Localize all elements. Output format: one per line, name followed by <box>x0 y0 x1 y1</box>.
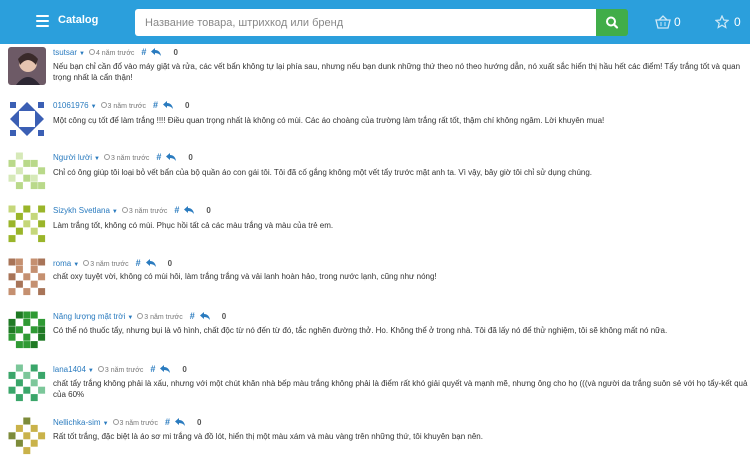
hash-icon[interactable]: # <box>174 205 179 215</box>
reply-icon[interactable] <box>184 206 195 217</box>
comment-time: 3 năm trước <box>110 155 150 162</box>
cart-count: 0 <box>674 15 681 29</box>
comment-text: Có thể nó thuốc tẩy, nhưng bụi là vô hìn… <box>53 326 668 335</box>
comment-meta: roma ▼ 3 năm trước #0 <box>53 258 172 269</box>
reply-icon[interactable] <box>160 365 171 376</box>
hash-icon[interactable]: # <box>190 311 195 321</box>
comment-author[interactable]: 01061976 <box>53 101 89 110</box>
clock-icon <box>83 260 90 266</box>
comment-time: 3 năm trước <box>119 420 158 427</box>
comment-author[interactable]: tsutsar <box>53 48 77 57</box>
comment-score: 0 <box>185 101 190 110</box>
chevron-down-icon[interactable]: ▼ <box>79 51 85 57</box>
comment-score: 0 <box>206 206 211 215</box>
search-bar <box>135 9 628 36</box>
comment-item: lana1404 ▼ 3 năm trước #0 chất tẩy trắng khô… <box>0 364 750 414</box>
comment-time: 3 năm trước <box>128 208 168 215</box>
comment-meta: Năng lượng mặt trời ▼ 3 năm trước #0 <box>53 311 226 322</box>
comment-author[interactable]: lana1404 <box>53 365 86 374</box>
comment-text: Nếu bạn chỉ cần đổ vào máy giặt và rửa, … <box>53 62 741 82</box>
avatar[interactable] <box>8 258 46 296</box>
chevron-down-icon[interactable]: ▼ <box>91 104 97 110</box>
clock-icon <box>100 102 107 108</box>
hamburger-icon[interactable] <box>36 15 49 27</box>
avatar[interactable] <box>8 364 46 402</box>
comment-text: Chỉ có ông giúp tôi loại bỏ vết bẩn của … <box>53 168 593 177</box>
comment-item: Nellichka-sim ▼ 3 năm trước #0 Rất tốt trắng… <box>0 417 750 458</box>
comment-score: 0 <box>167 259 173 268</box>
comment-text: Rất tốt trắng, đặc biệt là áo sơ mi trắn… <box>53 432 483 441</box>
comment-author[interactable]: Nellichka-sim <box>53 418 101 427</box>
comment-score: 0 <box>221 312 227 321</box>
comment-time: 3 năm trước <box>107 103 146 110</box>
brand-link[interactable]: Catalog <box>58 14 98 26</box>
comment-item: Người lười ▼ 3 năm trước #0 Chỉ có ông giúp … <box>0 152 750 202</box>
comment-score: 0 <box>188 153 193 162</box>
clock-icon <box>121 207 128 213</box>
reply-icon[interactable] <box>163 101 174 112</box>
avatar[interactable] <box>8 152 46 190</box>
clock-icon <box>88 49 95 55</box>
chevron-down-icon[interactable]: ▼ <box>127 315 133 321</box>
comment-author[interactable]: Sizykh Svetlana <box>53 206 110 215</box>
reply-icon[interactable] <box>199 312 210 323</box>
top-bar: Catalog 0 0 <box>0 0 750 44</box>
hash-icon[interactable]: # <box>150 364 155 374</box>
chevron-down-icon[interactable]: ▼ <box>112 209 118 215</box>
comment-meta: Nellichka-sim ▼ 3 năm trước #0 <box>53 417 201 428</box>
chevron-down-icon[interactable]: ▼ <box>88 368 94 374</box>
comment-score: 0 <box>182 365 187 374</box>
reply-icon[interactable] <box>151 48 162 59</box>
reply-icon[interactable] <box>174 418 185 429</box>
reply-icon[interactable] <box>145 259 156 270</box>
comment-item: roma ▼ 3 năm trước #0 chất oxy tuyệt vời, kh… <box>0 258 750 308</box>
comment-item: tsutsar ▼ 4 năm trước #0 Nếu bạn chỉ cần đổ … <box>0 47 750 97</box>
hash-icon[interactable]: # <box>156 152 161 162</box>
clock-icon <box>97 366 104 372</box>
comment-score: 0 <box>173 48 178 57</box>
comment-meta: Sizykh Svetlana ▼ 3 năm trước #0 <box>53 205 211 216</box>
comment-text: Làm trắng tốt, không có mùi. Phục hồi tấ… <box>53 221 334 230</box>
comment-text: Một công cụ tốt để làm trắng !!!! Điều q… <box>53 116 605 125</box>
chevron-down-icon[interactable]: ▼ <box>73 262 79 268</box>
search-icon <box>606 16 619 29</box>
comment-time: 4 năm trước <box>95 50 135 57</box>
comment-time: 3 năm trước <box>104 367 144 374</box>
avatar[interactable] <box>8 47 46 85</box>
comment-text: chất tẩy trắng không phải là xấu, nhưng … <box>53 379 748 399</box>
hash-icon[interactable]: # <box>141 47 146 57</box>
clock-icon <box>137 313 144 319</box>
hash-icon[interactable]: # <box>165 417 170 427</box>
reply-icon[interactable] <box>166 153 177 164</box>
search-input[interactable] <box>135 9 596 36</box>
comment-time: 3 năm trước <box>90 261 129 268</box>
search-button[interactable] <box>596 9 628 36</box>
comment-author[interactable]: roma <box>53 259 71 268</box>
clock-icon <box>112 419 119 425</box>
avatar[interactable] <box>8 100 46 138</box>
comment-author[interactable]: Người lười <box>53 153 92 162</box>
comment-meta: tsutsar ▼ 4 năm trước #0 <box>53 47 178 58</box>
hash-icon[interactable]: # <box>136 258 141 268</box>
comment-meta: lana1404 ▼ 3 năm trước #0 <box>53 364 187 375</box>
avatar[interactable] <box>8 311 46 349</box>
star-icon <box>715 15 729 29</box>
avatar[interactable] <box>8 417 46 455</box>
avatar[interactable] <box>8 205 46 243</box>
comment-score: 0 <box>196 418 202 427</box>
clock-icon <box>103 154 110 160</box>
comment-author[interactable]: Năng lượng mặt trời <box>53 312 125 321</box>
comment-meta: Người lười ▼ 3 năm trước #0 <box>53 152 193 163</box>
basket-icon <box>655 15 671 29</box>
favorites-count: 0 <box>734 15 741 29</box>
comment-item: Năng lượng mặt trời ▼ 3 năm trước #0 Có thể … <box>0 311 750 361</box>
chevron-down-icon[interactable]: ▼ <box>94 156 100 162</box>
chevron-down-icon[interactable]: ▼ <box>103 421 109 427</box>
comment-text: chất oxy tuyệt vời, không có mùi hôi, là… <box>53 272 437 281</box>
comment-time: 3 năm trước <box>144 314 183 321</box>
comment-item: Sizykh Svetlana ▼ 3 năm trước #0 Làm trắng t… <box>0 205 750 255</box>
comment-item: 01061976 ▼ 3 năm trước #0 Một công cụ tốt để… <box>0 100 750 150</box>
comment-meta: 01061976 ▼ 3 năm trước #0 <box>53 100 189 111</box>
hash-icon[interactable]: # <box>153 100 158 110</box>
